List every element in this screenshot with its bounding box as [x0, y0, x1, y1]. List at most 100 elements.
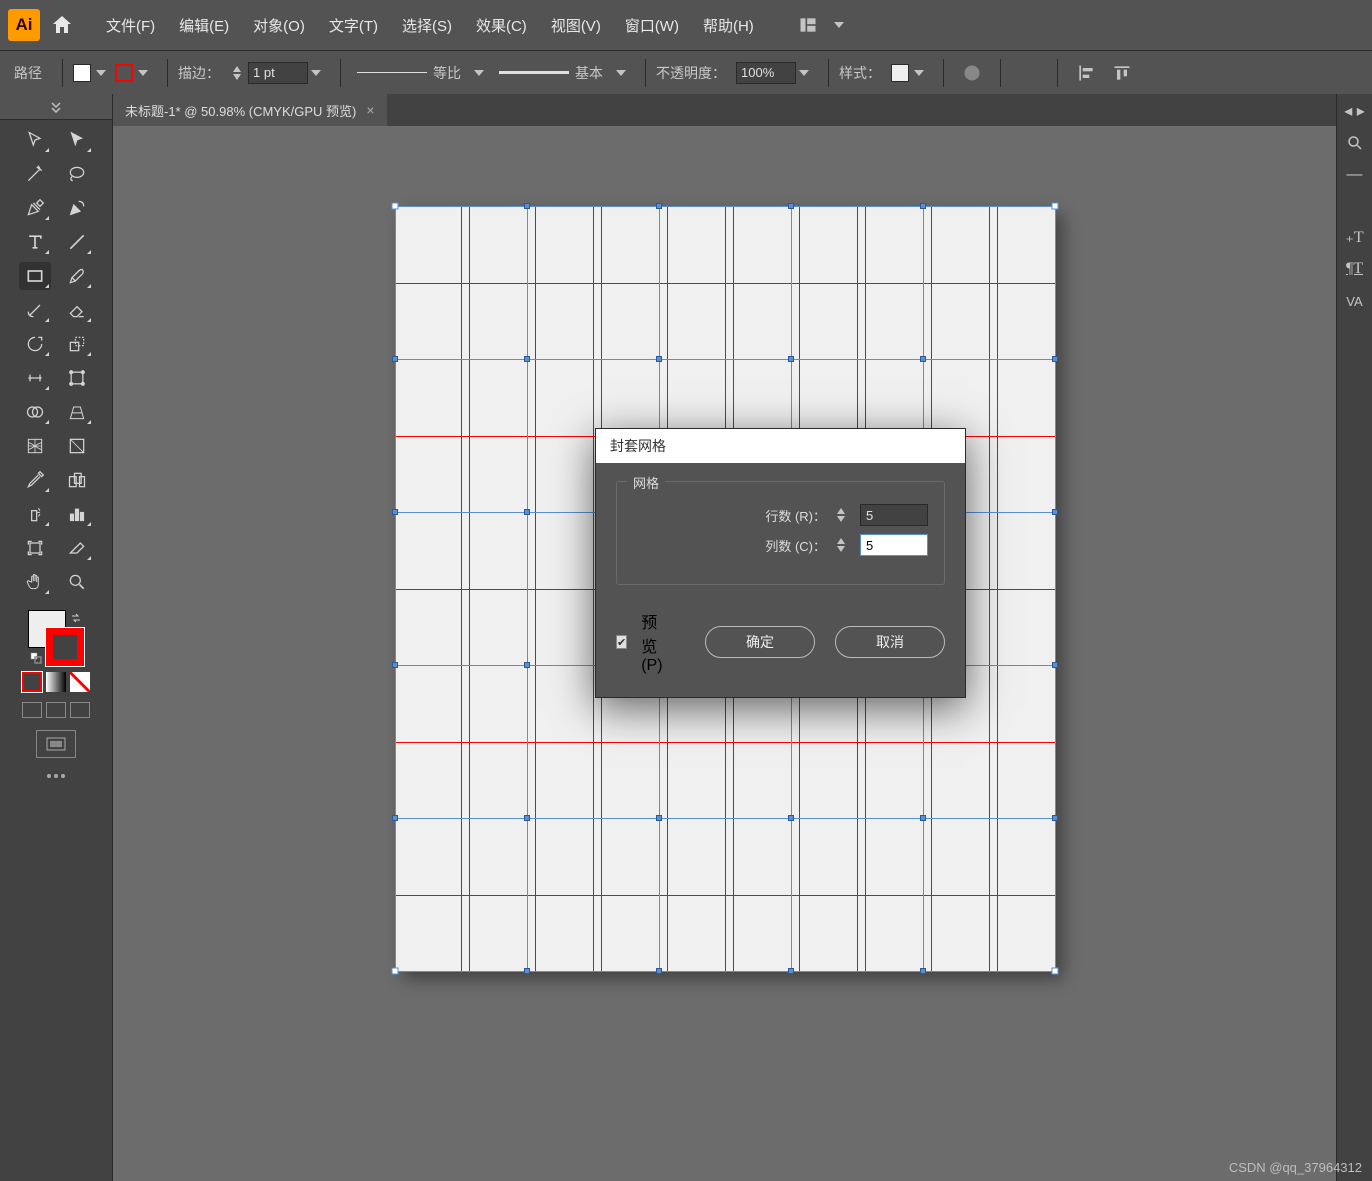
align-left-icon[interactable]	[1076, 63, 1096, 83]
eyedropper-tool[interactable]	[19, 466, 51, 494]
mesh-anchor[interactable]	[392, 509, 398, 515]
slice-tool[interactable]	[61, 534, 93, 562]
mesh-anchor[interactable]	[1052, 509, 1058, 515]
ok-button[interactable]: 确定	[705, 626, 815, 658]
opacity-dropdown[interactable]	[796, 63, 812, 83]
column-graph-tool[interactable]	[61, 500, 93, 528]
mesh-anchor[interactable]	[788, 815, 794, 821]
rows-input[interactable]	[860, 504, 928, 526]
mesh-anchor[interactable]	[392, 356, 398, 362]
share-icon[interactable]	[862, 15, 882, 35]
draw-behind[interactable]	[46, 702, 66, 718]
mesh-anchor[interactable]	[656, 968, 662, 974]
symbol-sprayer-tool[interactable]	[19, 500, 51, 528]
panel-collapse-icon[interactable]: ◂ ▸	[1344, 100, 1366, 122]
shaper-tool[interactable]	[19, 296, 51, 324]
home-icon[interactable]	[50, 13, 74, 37]
eraser-tool[interactable]	[61, 296, 93, 324]
preview-checkbox[interactable]: ✔	[616, 635, 627, 649]
recolor-icon[interactable]	[962, 63, 982, 83]
paintbrush-tool[interactable]	[61, 262, 93, 290]
mesh-anchor[interactable]	[392, 815, 398, 821]
shape-builder-tool[interactable]	[19, 398, 51, 426]
swap-fill-stroke-icon[interactable]	[70, 612, 82, 624]
arrange-icon[interactable]	[798, 15, 818, 35]
document-tab[interactable]: 未标题-1* @ 50.98% (CMYK/GPU 预览) ×	[113, 94, 387, 126]
perspective-tool[interactable]	[61, 398, 93, 426]
brush-dropdown[interactable]	[613, 63, 629, 83]
tools-collapse[interactable]	[0, 94, 112, 120]
mesh-anchor[interactable]	[1052, 815, 1058, 821]
mesh-anchor[interactable]	[524, 203, 530, 209]
character-panel-icon[interactable]: ₊T	[1344, 226, 1366, 248]
mesh-anchor[interactable]	[920, 815, 926, 821]
fill-dropdown[interactable]	[93, 63, 109, 83]
draw-normal[interactable]	[22, 702, 42, 718]
cols-input[interactable]	[860, 534, 928, 556]
screen-mode[interactable]	[36, 730, 76, 758]
arrange-dropdown-icon[interactable]	[834, 15, 844, 35]
selection-tool[interactable]	[19, 126, 51, 154]
opacity-input[interactable]	[736, 62, 796, 84]
direct-selection-tool[interactable]	[61, 126, 93, 154]
mesh-anchor[interactable]	[1051, 203, 1058, 210]
style-dropdown[interactable]	[911, 63, 927, 83]
mesh-anchor[interactable]	[788, 203, 794, 209]
mesh-anchor[interactable]	[524, 356, 530, 362]
scale-tool[interactable]	[61, 330, 93, 358]
free-transform-tool[interactable]	[61, 364, 93, 392]
mesh-anchor[interactable]	[524, 815, 530, 821]
hand-tool[interactable]	[19, 568, 51, 596]
mesh-anchor[interactable]	[1052, 662, 1058, 668]
mesh-anchor[interactable]	[656, 356, 662, 362]
mesh-anchor[interactable]	[524, 509, 530, 515]
mesh-anchor[interactable]	[392, 662, 398, 668]
stroke-weight-input[interactable]	[248, 62, 308, 84]
stroke-indicator[interactable]	[46, 628, 84, 666]
edit-toolbar[interactable]	[47, 774, 65, 778]
blend-tool[interactable]	[61, 466, 93, 494]
transform-icon[interactable]	[1019, 63, 1039, 83]
mesh-anchor[interactable]	[920, 356, 926, 362]
mesh-anchor[interactable]	[788, 968, 794, 974]
gradient-tool[interactable]	[61, 432, 93, 460]
menu-effect[interactable]: 效果(C)	[464, 0, 539, 50]
menu-window[interactable]: 窗口(W)	[613, 0, 691, 50]
menu-file[interactable]: 文件(F)	[94, 0, 167, 50]
mesh-anchor[interactable]	[391, 968, 398, 975]
magic-wand-tool[interactable]	[19, 160, 51, 188]
mesh-anchor[interactable]	[391, 203, 398, 210]
mesh-anchor[interactable]	[524, 968, 530, 974]
color-mode-gradient[interactable]	[46, 672, 66, 692]
mesh-anchor[interactable]	[656, 203, 662, 209]
zoom-tool[interactable]	[61, 568, 93, 596]
type-tool[interactable]	[19, 228, 51, 256]
cancel-button[interactable]: 取消	[835, 626, 945, 658]
mesh-anchor[interactable]	[1052, 356, 1058, 362]
rectangle-tool[interactable]	[19, 262, 51, 290]
kerning-panel-icon[interactable]: VA	[1344, 290, 1366, 312]
mesh-tool[interactable]	[19, 432, 51, 460]
mesh-anchor[interactable]	[788, 356, 794, 362]
pen-tool[interactable]	[19, 194, 51, 222]
paragraph-panel-icon[interactable]: ¶T	[1344, 258, 1366, 280]
menu-select[interactable]: 选择(S)	[390, 0, 464, 50]
menu-object[interactable]: 对象(O)	[241, 0, 317, 50]
rotate-tool[interactable]	[19, 330, 51, 358]
mesh-anchor[interactable]	[524, 662, 530, 668]
align-top-icon[interactable]	[1112, 63, 1132, 83]
stroke-dropdown[interactable]	[135, 63, 151, 83]
style-swatch[interactable]	[891, 64, 909, 82]
width-tool[interactable]	[19, 364, 51, 392]
menu-type[interactable]: 文字(T)	[317, 0, 390, 50]
search-icon[interactable]	[1344, 132, 1366, 154]
menu-help[interactable]: 帮助(H)	[691, 0, 766, 50]
mesh-anchor[interactable]	[656, 815, 662, 821]
fill-stroke-indicator[interactable]	[28, 610, 84, 666]
cols-stepper[interactable]	[834, 534, 848, 556]
mesh-anchor[interactable]	[920, 968, 926, 974]
rows-stepper[interactable]	[834, 504, 848, 526]
line-tool[interactable]	[61, 228, 93, 256]
menu-edit[interactable]: 编辑(E)	[167, 0, 241, 50]
fill-swatch[interactable]	[73, 64, 91, 82]
